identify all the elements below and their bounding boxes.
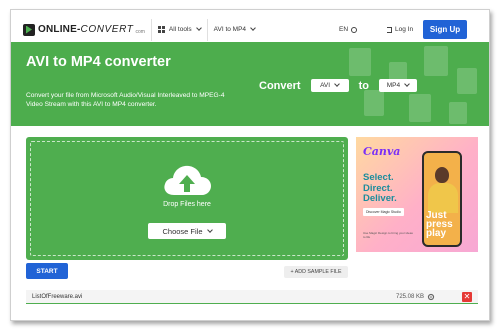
converter-menu[interactable]: AVI to MP4 (213, 25, 256, 33)
file-list-item: ListOfFreeware.avi 725.08 KB ✕ (26, 290, 478, 304)
chevron-down-icon (206, 226, 213, 233)
start-button[interactable]: START (26, 263, 68, 279)
page-description: Convert your file from Microsoft Audio/V… (26, 92, 225, 108)
divider (206, 18, 208, 41)
advertisement-banner[interactable]: Canva Select. Direct. Deliver. Discover … (356, 137, 478, 252)
signup-button[interactable]: Sign Up (423, 20, 467, 39)
source-format-value: AVI (320, 82, 331, 89)
add-sample-file-button[interactable]: + ADD SAMPLE FILE (284, 266, 348, 278)
divider (150, 18, 152, 41)
chevron-down-icon (334, 81, 340, 87)
file-size: 725.08 KB (396, 293, 425, 300)
all-tools-menu[interactable]: All tools (157, 25, 202, 33)
choose-file-label: Choose File (162, 226, 203, 236)
logo-text: ONLINE-CONVERT (38, 24, 134, 35)
language-selector[interactable]: EN (339, 26, 358, 33)
start-label: START (36, 267, 58, 275)
ad-headline: Select. Direct. Deliver. (363, 172, 397, 204)
login-label: Log In (395, 26, 414, 33)
logo-suffix: com (135, 28, 145, 35)
target-format-select[interactable]: MP4 (378, 79, 417, 92)
ad-cta-button[interactable]: Discover Magic Studio (363, 208, 404, 216)
source-format-select[interactable]: AVI (310, 79, 349, 92)
gear-icon[interactable] (427, 293, 435, 301)
choose-file-button[interactable]: Choose File (148, 223, 226, 239)
ad-person-body (428, 183, 458, 213)
chevron-down-icon (404, 81, 410, 87)
all-tools-label: All tools (168, 26, 192, 33)
remove-file-button[interactable]: ✕ (462, 292, 472, 302)
login-icon (387, 26, 392, 33)
file-dropzone[interactable]: Drop Files here Choose File (26, 137, 348, 260)
target-format-value: MP4 (386, 82, 401, 89)
page-title: AVI to MP4 converter (26, 54, 171, 70)
drop-files-label: Drop Files here (163, 201, 211, 208)
cloud-upload-icon (164, 165, 211, 195)
file-name: ListOfFreeware.avi (32, 293, 83, 300)
hero-banner: AVI to MP4 converter Convert your file f… (11, 42, 489, 126)
language-label: EN (339, 26, 349, 33)
chevron-down-icon (195, 25, 202, 31)
ad-person-head (435, 167, 449, 183)
ad-phone-image: Just press play (422, 151, 462, 247)
converter-menu-label: AVI to MP4 (213, 26, 247, 33)
ad-phone-text: Just press play (426, 210, 453, 239)
logo-icon (23, 23, 35, 36)
format-selector-row: Convert AVI to MP4 (259, 79, 417, 92)
chevron-down-icon (250, 25, 256, 31)
browser-frame: ONLINE-CONVERT com All tools AVI to MP4 … (10, 9, 490, 321)
ad-small-print: Use Magic Design to bring your ideas to … (363, 231, 413, 239)
site-logo[interactable]: ONLINE-CONVERT com (23, 23, 145, 36)
login-link[interactable]: Log In (387, 26, 413, 33)
ad-brand-logo: Canva (363, 145, 401, 158)
globe-icon (351, 26, 358, 33)
to-label: to (358, 79, 369, 92)
grid-icon (157, 26, 165, 33)
convert-label: Convert (259, 79, 301, 92)
